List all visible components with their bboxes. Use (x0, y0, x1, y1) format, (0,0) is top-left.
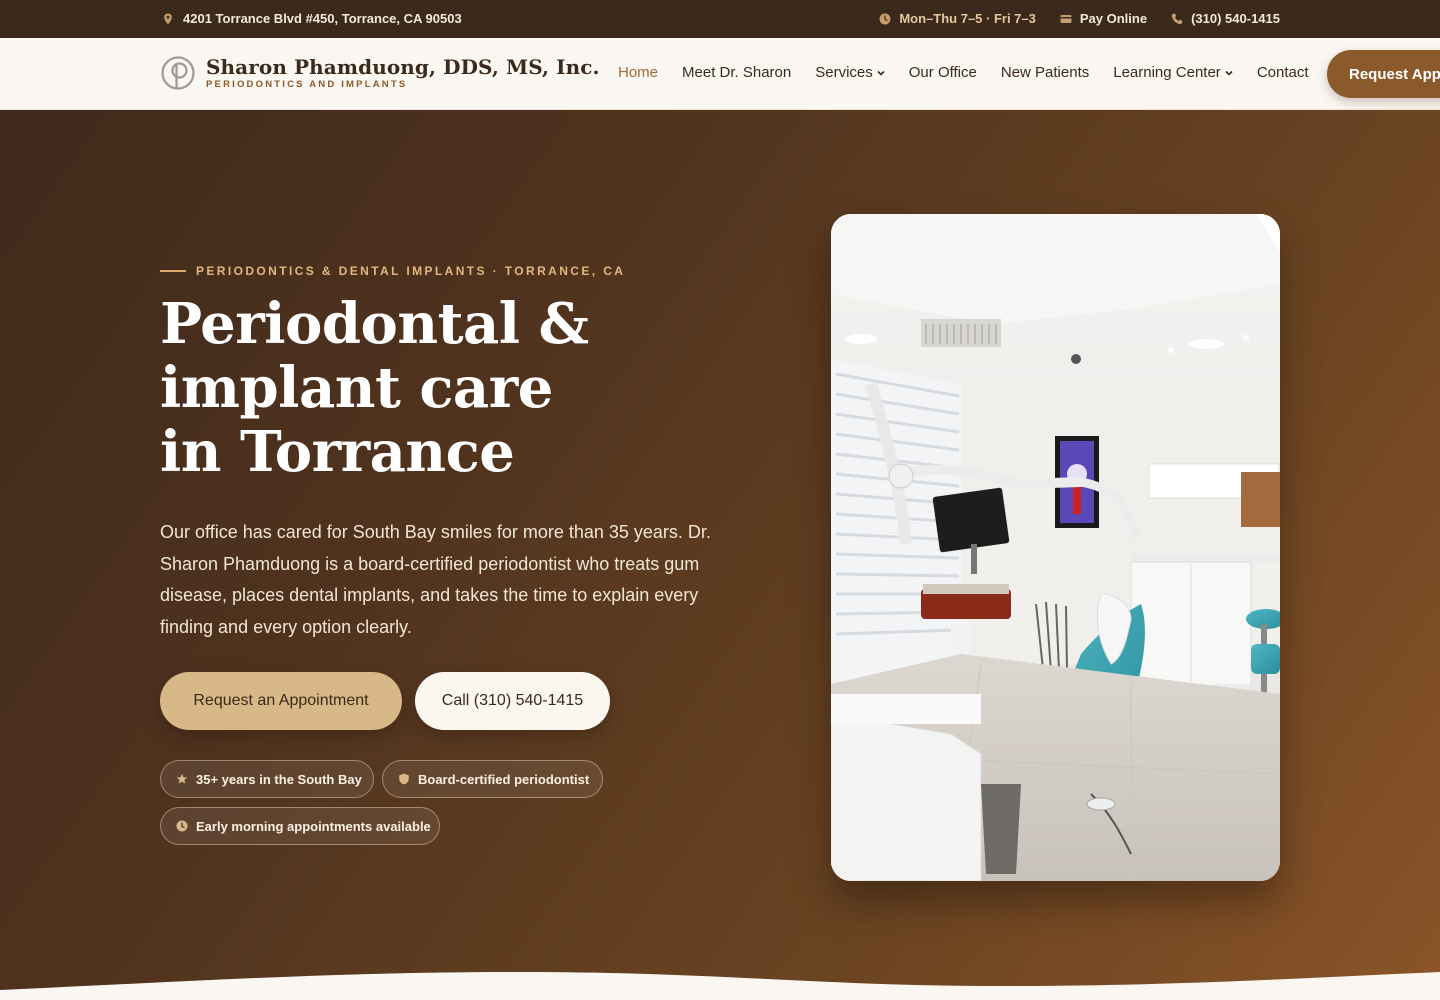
logo[interactable]: Sharon Phamduong, DDS, MS, Inc. PERIODON… (160, 55, 600, 91)
hero-wave-divider (0, 972, 1440, 1000)
hero-section: PERIODONTICS & DENTAL IMPLANTS · TORRANC… (0, 110, 1440, 1000)
clock-icon (176, 820, 188, 832)
nav-contact[interactable]: Contact (1257, 64, 1309, 81)
headline-line-2: implant care (160, 355, 553, 421)
phone-text: (310) 540-1415 (1191, 11, 1280, 26)
nav-learning-center[interactable]: Learning Center (1113, 64, 1233, 81)
eyebrow-text: PERIODONTICS & DENTAL IMPLANTS · TORRANC… (196, 264, 626, 278)
hero-description: Our office has cared for South Bay smile… (160, 522, 711, 637)
eyebrow-divider (160, 270, 186, 272)
top-utility-bar: 4201 Torrance Blvd #450, Torrance, CA 90… (0, 0, 1440, 38)
dental-operatory-image (831, 214, 1280, 881)
badge-years: 35+ years in the South Bay (160, 760, 374, 798)
phone-icon (1171, 13, 1183, 25)
hours-text: Mon–Thu 7–5 · Fri 7–3 (899, 11, 1036, 26)
logo-tagline: PERIODONTICS AND IMPLANTS (206, 79, 408, 90)
office-hours: Mon–Thu 7–5 · Fri 7–3 (879, 11, 1036, 26)
chevron-down-icon (1225, 69, 1233, 77)
badge-board-certified: Board-certified periodontist (382, 760, 603, 798)
badge-early-appointments: Early morning appointments available (160, 807, 440, 845)
hero-headline: Periodontal & implant care in Torrance (160, 292, 760, 484)
logo-mark-icon (161, 56, 195, 90)
logo-name: Sharon Phamduong, DDS, MS, Inc. (206, 55, 600, 79)
request-appointment-button[interactable]: Request Appointment (1327, 50, 1440, 98)
nav-our-office[interactable]: Our Office (909, 64, 977, 81)
headline-line-3: in Torrance (160, 419, 515, 485)
hero-eyebrow: PERIODONTICS & DENTAL IMPLANTS · TORRANC… (160, 264, 625, 278)
shield-icon (398, 773, 410, 785)
nav-meet-dr-sharon[interactable]: Meet Dr. Sharon (682, 64, 791, 81)
office-photo (831, 214, 1280, 881)
call-phone-button[interactable]: Call (310) 540-1415 (415, 672, 610, 730)
credit-card-icon (1060, 13, 1072, 25)
site-header: Sharon Phamduong, DDS, MS, Inc. PERIODON… (0, 38, 1440, 110)
phone-link[interactable]: (310) 540-1415 (1171, 11, 1280, 26)
nav-new-patients[interactable]: New Patients (1001, 64, 1089, 81)
address[interactable]: 4201 Torrance Blvd #450, Torrance, CA 90… (162, 11, 462, 26)
request-an-appointment-button[interactable]: Request an Appointment (160, 672, 402, 730)
nav-services[interactable]: Services (815, 64, 885, 81)
clock-icon (879, 13, 891, 25)
chevron-down-icon (877, 69, 885, 77)
main-nav: Home Meet Dr. Sharon Services Our Office… (618, 64, 1333, 81)
address-text: 4201 Torrance Blvd #450, Torrance, CA 90… (183, 11, 462, 26)
headline-line-1: Periodontal & (160, 291, 589, 357)
location-pin-icon (162, 13, 174, 25)
pay-online-link[interactable]: Pay Online (1060, 11, 1147, 26)
nav-home[interactable]: Home (618, 64, 658, 81)
star-icon (176, 773, 188, 785)
pay-online-text: Pay Online (1079, 11, 1148, 26)
